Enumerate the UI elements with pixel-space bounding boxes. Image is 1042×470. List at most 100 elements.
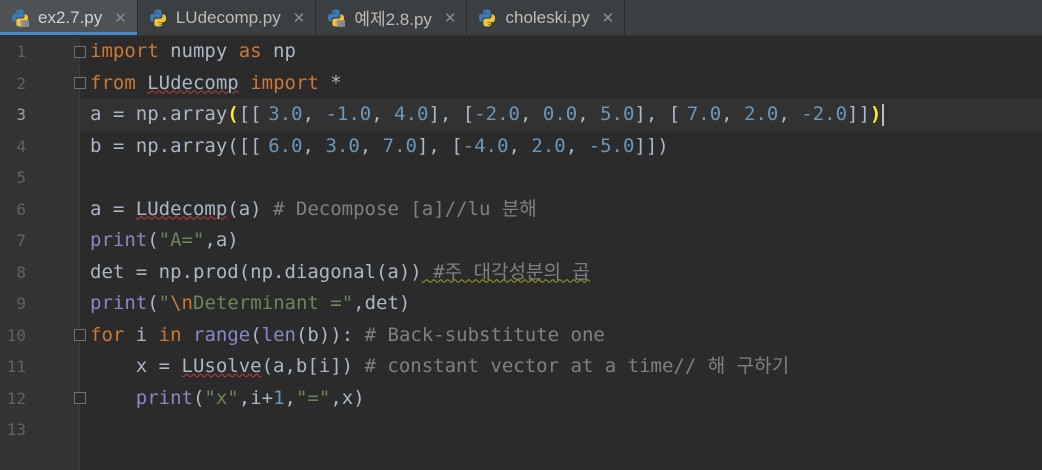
tab-choleski[interactable]: choleski.py ✕ [467, 0, 626, 35]
tab-ex2-7[interactable]: ex2.7.py ✕ [0, 0, 138, 35]
line-number: 12 [6, 388, 26, 408]
comment: # Back-substitute one [353, 323, 605, 346]
number: 4.0 [394, 103, 429, 125]
number: 2.0 [744, 103, 779, 125]
code-text: (a) [227, 197, 262, 220]
number: -5.0 [588, 134, 635, 157]
code-text: det = np.prod(np.diagonal(a)) [90, 260, 422, 283]
string: "=" [295, 386, 331, 409]
code-text: ,det) [353, 292, 411, 314]
code-text: (a,b[i]) [261, 355, 354, 377]
line-number: 8 [16, 262, 26, 282]
tab-label: choleski.py [505, 7, 590, 27]
code-line[interactable] [80, 162, 1042, 194]
python-file-icon [328, 9, 346, 27]
close-icon[interactable]: ✕ [114, 9, 127, 27]
close-icon[interactable]: ✕ [602, 9, 615, 27]
code-text: ,a) [204, 229, 239, 251]
number: -2.0 [801, 103, 848, 125]
builtin: print [135, 386, 193, 409]
function-name: LUdecomp [135, 197, 228, 220]
string: " [158, 292, 171, 314]
keyword: from [90, 71, 136, 94]
code-line[interactable] [80, 414, 1042, 446]
number: 1 [273, 386, 285, 409]
code-text: (b)): [295, 323, 354, 346]
code-line[interactable]: x = LUsolve(a,b[i]) # constant vector at… [80, 351, 1042, 383]
code-line-current[interactable]: a = np.array([[ 3.0, -1.0, 4.0], [-2.0, … [80, 99, 1042, 131]
builtin: len [261, 323, 296, 346]
line-number-gutter[interactable]: 1 2 3 4 5 6 7 8 9 10 11 12 13 [0, 36, 86, 470]
builtin: print [90, 229, 148, 251]
line-number: 6 [16, 199, 26, 219]
code-text: ( [147, 229, 159, 251]
code-text: , [302, 103, 326, 125]
code-text: ], [ [416, 134, 463, 157]
code-text: , [721, 103, 745, 125]
string: "A=" [158, 229, 205, 251]
code-line[interactable]: print("\nDeterminant =",det) [80, 288, 1042, 320]
code-line[interactable]: import numpy as np [80, 36, 1042, 68]
code-text: b = np.array([[ [90, 134, 262, 157]
keyword: as [238, 40, 262, 62]
tab-ludecomp[interactable]: LUdecomp.py ✕ [138, 0, 317, 35]
matched-bracket: ( [227, 103, 239, 125]
code-text: x = [90, 355, 182, 377]
code-text: , [577, 103, 601, 125]
code-line[interactable]: det = np.prod(np.diagonal(a)) #주 대각성분의 곱 [80, 257, 1042, 289]
line-number: 10 [6, 325, 26, 345]
number: 2.0 [531, 134, 566, 157]
code-text: [[ [238, 103, 262, 125]
close-icon[interactable]: ✕ [293, 9, 306, 27]
tab-label: ex2.7.py [38, 7, 103, 27]
code-line[interactable]: print("A=",a) [80, 225, 1042, 257]
number: -4.0 [462, 134, 509, 157]
number: 3.0 [325, 134, 360, 157]
number: 6.0 [268, 134, 303, 157]
line-number-current: 3 [16, 105, 26, 124]
number: -1.0 [325, 103, 372, 125]
code-text: , [302, 134, 326, 157]
code-text: ( [192, 386, 205, 409]
code-text: ( [147, 292, 159, 314]
line-number: 7 [16, 231, 26, 250]
code-text-area[interactable]: import numpy as np from LUdecomp import … [80, 36, 1042, 470]
code-text: numpy [158, 40, 239, 62]
line-number: 1 [16, 42, 26, 61]
code-text: ], [ [634, 103, 681, 125]
builtin: print [90, 292, 148, 314]
keyword: in [158, 323, 182, 346]
code-line[interactable]: b = np.array([[ 6.0, 3.0, 7.0], [-4.0, 2… [80, 131, 1042, 163]
python-file-icon [479, 9, 496, 27]
code-line[interactable]: print("x",i+1,"=",x) [80, 383, 1042, 415]
code-text: , [284, 386, 296, 409]
line-number: 11 [6, 357, 26, 376]
tab-example-2-8[interactable]: 예제2.8.py ✕ [316, 0, 468, 35]
tab-label: 예제2.8.py [354, 10, 432, 29]
number: -2.0 [474, 103, 520, 125]
number: 5.0 [600, 103, 635, 125]
comment: #주 대각성분의 곱 [421, 260, 590, 283]
code-text: ]]) [634, 134, 669, 157]
code-text: np [261, 40, 296, 62]
module-name: LUdecomp [147, 71, 239, 94]
line-number: 5 [16, 168, 26, 187]
code-editor[interactable]: 1 2 3 4 5 6 7 8 9 10 11 12 13 import num… [0, 36, 1042, 470]
keyword: for [90, 323, 125, 346]
string: "x" [204, 386, 239, 409]
close-icon[interactable]: ✕ [444, 9, 457, 27]
python-file-icon [149, 9, 166, 27]
code-line[interactable]: a = LUdecomp(a) # Decompose [a]//lu 분해 [80, 194, 1042, 226]
code-text: , [508, 134, 532, 157]
code-text: ,x) [330, 386, 365, 409]
code-text: , [519, 103, 543, 125]
line-number: 4 [16, 136, 26, 156]
code-line[interactable]: for i in range(len(b)): # Back-substitut… [80, 320, 1042, 352]
function-name: LUsolve [181, 355, 262, 377]
code-text: , [565, 134, 589, 157]
line-number: 13 [6, 420, 26, 439]
code-text: ]] [847, 103, 870, 125]
code-line[interactable]: from LUdecomp import * [80, 68, 1042, 100]
